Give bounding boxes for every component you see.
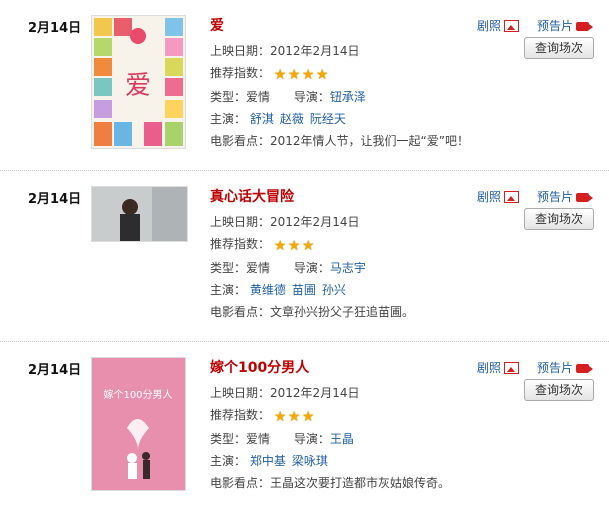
- photo-icon: [504, 362, 520, 374]
- cast-link[interactable]: 孙兴: [322, 283, 346, 297]
- trailer-link[interactable]: 预告片: [537, 359, 594, 376]
- cast-link[interactable]: 郑中基: [250, 454, 286, 468]
- rating-stars: ★★★: [273, 409, 315, 425]
- genre-director-row: 类型：爱情 导演：钮承泽: [210, 90, 366, 104]
- cast-link[interactable]: 苗圃: [292, 283, 316, 297]
- photo-icon: [504, 191, 520, 203]
- genre-director-row: 类型：爱情 导演：马志宇: [210, 261, 366, 275]
- movie-entry: 2月14日 嫁个100分男人 嫁个100分男人 上映日期：2012年2月14日 …: [0, 342, 609, 512]
- release-row: 上映日期：2012年2月14日: [210, 386, 360, 400]
- video-camera-icon: [576, 364, 594, 373]
- rating-stars: ★★★: [273, 238, 315, 254]
- cast-link[interactable]: 赵薇: [280, 112, 304, 126]
- movie-entry: 2月14日 真心话大冒险 上映日期：2012年2月14日 推荐指数： ★★★ 类…: [0, 171, 609, 342]
- trailer-link[interactable]: 预告片: [537, 188, 594, 205]
- schedule-button[interactable]: 查询场次: [524, 379, 594, 401]
- highlight-row: 电影看点：王晶这次要打造都市灰姑娘传奇。: [210, 476, 451, 490]
- director-link[interactable]: 钮承泽: [330, 90, 366, 104]
- cast-link[interactable]: 梁咏琪: [292, 454, 328, 468]
- cast-link[interactable]: 阮经天: [310, 112, 346, 126]
- movie-poster[interactable]: 嫁个100分男人: [91, 357, 186, 491]
- movie-poster[interactable]: 爱: [91, 15, 186, 149]
- schedule-button[interactable]: 查询场次: [524, 208, 594, 230]
- movie-poster[interactable]: [91, 186, 188, 242]
- trailer-link[interactable]: 预告片: [537, 17, 594, 34]
- photo-icon: [504, 20, 520, 32]
- highlight-row: 电影看点：2012年情人节，让我们一起“爱”吧！: [210, 134, 469, 148]
- cast-row: 主演： 黄维德 苗圃 孙兴: [210, 283, 346, 297]
- cast-row: 主演： 郑中基 梁咏琪: [210, 454, 328, 468]
- genre-director-row: 类型：爱情 导演：王晶: [210, 432, 354, 446]
- release-date-heading: 2月14日: [28, 363, 82, 378]
- stills-link[interactable]: 剧照: [477, 188, 520, 205]
- rating-row: 推荐指数： ★★★★: [210, 66, 329, 83]
- schedule-button[interactable]: 查询场次: [524, 37, 594, 59]
- stills-link[interactable]: 剧照: [477, 17, 520, 34]
- release-date-heading: 2月14日: [28, 192, 82, 207]
- cast-row: 主演： 舒淇 赵薇 阮经天: [210, 112, 346, 126]
- movie-title-link[interactable]: 嫁个100分男人: [210, 357, 309, 377]
- rating-row: 推荐指数： ★★★: [210, 408, 315, 425]
- poster-title: 嫁个100分男人: [103, 388, 172, 401]
- stills-link[interactable]: 剧照: [477, 359, 520, 376]
- cast-link[interactable]: 黄维德: [250, 283, 286, 297]
- video-camera-icon: [576, 22, 594, 31]
- rating-stars: ★★★★: [273, 67, 329, 83]
- director-link[interactable]: 王晶: [330, 432, 354, 446]
- cast-link[interactable]: 舒淇: [250, 112, 274, 126]
- video-camera-icon: [576, 193, 594, 202]
- movie-title-link[interactable]: 爱: [210, 15, 224, 35]
- release-row: 上映日期：2012年2月14日: [210, 44, 360, 58]
- highlight-row: 电影看点：文章孙兴扮父子狂追苗圃。: [210, 305, 415, 319]
- director-link[interactable]: 马志宇: [330, 261, 366, 275]
- movie-entry: 2月14日 爱 爱 上映日期：2012年2月14日 推荐指数： ★★★★ 类型：…: [0, 0, 609, 171]
- movie-title-link[interactable]: 真心话大冒险: [210, 186, 294, 206]
- release-row: 上映日期：2012年2月14日: [210, 215, 360, 229]
- release-date-heading: 2月14日: [28, 21, 82, 36]
- poster-title: 爱: [125, 71, 151, 101]
- rating-row: 推荐指数： ★★★: [210, 237, 315, 254]
